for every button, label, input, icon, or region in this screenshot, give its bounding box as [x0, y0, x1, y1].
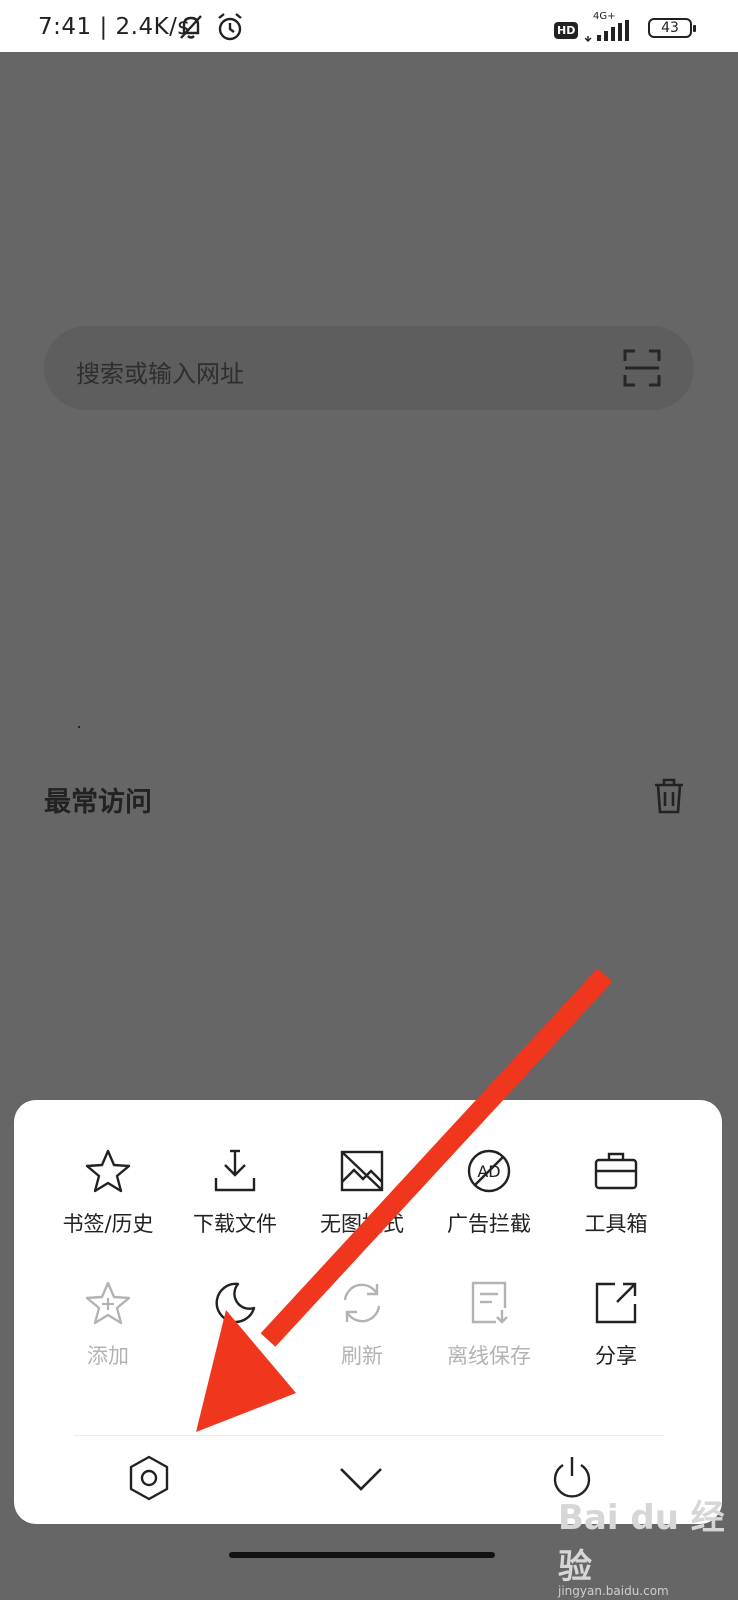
share-icon: [595, 1282, 637, 1324]
menu-label: 分享: [595, 1344, 637, 1368]
menu-label: 书签/历史: [62, 1212, 154, 1236]
menu-label: 刷新: [341, 1344, 383, 1368]
menu-no-image-mode[interactable]: 无图模式: [298, 1148, 426, 1238]
menu-refresh[interactable]: 刷新: [298, 1280, 426, 1370]
menu-bookmarks-history[interactable]: 书签/历史: [44, 1148, 172, 1238]
scan-icon[interactable]: [623, 349, 661, 387]
stray-dot: [78, 726, 80, 728]
star-add-icon: [85, 1281, 131, 1325]
search-bar[interactable]: 搜索或输入网址: [44, 326, 694, 410]
menu-share[interactable]: 分享: [552, 1280, 680, 1370]
settings-icon[interactable]: [127, 1454, 171, 1502]
toolbox-icon: [594, 1152, 638, 1190]
no-image-icon: [340, 1150, 384, 1192]
home-indicator[interactable]: [229, 1552, 495, 1558]
menu-night-mode[interactable]: [171, 1280, 299, 1340]
menu-add-bookmark[interactable]: 添加: [44, 1280, 172, 1370]
frequent-visits-title: 最常访问: [44, 787, 152, 818]
watermark-text: Bai du 经验: [558, 1498, 725, 1587]
status-bar: 7:41 | 2.4K/s HD 4G+ 43: [0, 0, 738, 52]
alarm-icon: [218, 13, 242, 41]
download-icon: [214, 1149, 256, 1192]
hd-badge: HD: [554, 22, 579, 39]
menu-label: 下载文件: [193, 1212, 277, 1236]
browser-menu-panel: 书签/历史 下载文件 无图模式 AD 广告拦截: [14, 1100, 722, 1524]
menu-divider: [74, 1435, 664, 1436]
star-icon: [85, 1149, 131, 1193]
moon-icon: [215, 1282, 256, 1324]
menu-ad-block[interactable]: AD 广告拦截: [425, 1148, 553, 1238]
menu-label: 添加: [87, 1344, 129, 1368]
menu-label: 离线保存: [447, 1344, 531, 1368]
chevron-down-icon[interactable]: [338, 1466, 384, 1494]
menu-label: 广告拦截: [447, 1212, 531, 1236]
signal-icon: [585, 20, 629, 42]
offline-save-icon: [471, 1281, 508, 1324]
refresh-icon: [343, 1283, 381, 1323]
ad-block-icon: AD: [467, 1149, 511, 1193]
menu-offline-save[interactable]: 离线保存: [425, 1280, 553, 1370]
menu-label: 无图模式: [320, 1212, 404, 1236]
battery-indicator: 43: [648, 18, 696, 38]
menu-downloads[interactable]: 下载文件: [171, 1148, 299, 1238]
menu-label: 工具箱: [584, 1212, 648, 1236]
watermark-subtext: jingyan.baidu.com: [558, 1584, 669, 1598]
trash-icon[interactable]: [654, 778, 684, 814]
bell-muted-icon: [180, 15, 202, 39]
search-placeholder: 搜索或输入网址: [76, 360, 244, 388]
status-time-speed: 7:41 | 2.4K/s: [38, 14, 190, 40]
baidu-watermark: Bai du 经验 jingyan.baidu.com: [558, 1490, 738, 1598]
menu-toolbox[interactable]: 工具箱: [552, 1148, 680, 1238]
